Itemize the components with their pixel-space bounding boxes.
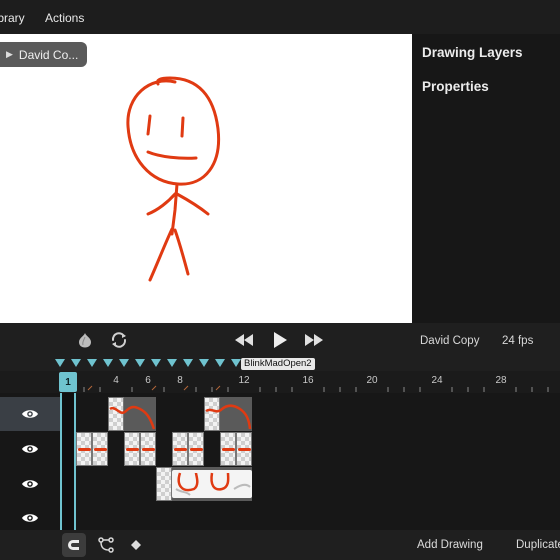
playback-bar: David Copy 24 fps: [0, 323, 560, 357]
marker-flag[interactable]: [103, 359, 113, 367]
loop-icon: [111, 332, 127, 348]
frame-block[interactable]: [108, 397, 156, 431]
frame-block[interactable]: [204, 397, 252, 431]
drawing-layers-title[interactable]: Drawing Layers: [422, 45, 523, 60]
hierarchy-button[interactable]: [96, 535, 116, 555]
eye-icon[interactable]: [21, 408, 39, 420]
eye-icon[interactable]: [21, 478, 39, 490]
marker-flag[interactable]: [119, 359, 129, 367]
menu-library[interactable]: Library: [0, 11, 25, 25]
rewind-icon: [235, 334, 253, 346]
frame-thumbnail: [109, 405, 156, 430]
track-header-1[interactable]: [0, 397, 60, 431]
eye-icon[interactable]: [21, 443, 39, 455]
frame-cell[interactable]: [236, 432, 252, 466]
playhead-column: [60, 393, 76, 530]
snap-button[interactable]: [62, 533, 86, 557]
tick-label: 4: [113, 375, 119, 386]
scene-name[interactable]: David Copy: [420, 335, 479, 347]
playhead[interactable]: 1: [59, 372, 77, 392]
marker-label[interactable]: BlinkMadOpen2: [241, 358, 315, 370]
menu-bar: Library Actions: [0, 0, 560, 34]
magnet-icon: [68, 540, 79, 550]
marker-flag[interactable]: [215, 359, 225, 367]
tick-label: 28: [495, 375, 507, 386]
tick-label: 16: [302, 375, 314, 386]
marker-flag[interactable]: [135, 359, 145, 367]
frame-cell[interactable]: [140, 432, 156, 466]
properties-title[interactable]: Properties: [422, 79, 489, 94]
stick-figure-drawing: [126, 76, 221, 282]
add-drawing-button[interactable]: Add Drawing: [417, 539, 483, 551]
frame-cell[interactable]: [76, 432, 92, 466]
current-frame-label: 1: [65, 376, 71, 388]
tick-label: 12: [238, 375, 250, 386]
keyframe-button[interactable]: [128, 537, 144, 553]
fast-forward-button[interactable]: [303, 329, 325, 351]
fast-forward-icon: [305, 334, 323, 346]
tick-label: 20: [366, 375, 378, 386]
right-panel: Drawing Layers Properties: [412, 34, 560, 323]
marker-flag[interactable]: [151, 359, 161, 367]
frame-thumbnail: [175, 472, 251, 496]
menu-actions[interactable]: Actions: [45, 11, 84, 25]
timeline-tracks: [0, 393, 560, 530]
onion-icon: [79, 333, 91, 348]
frame-cell[interactable]: [92, 432, 108, 466]
timeline-ruler[interactable]: 1 4 6 8 12 16 20 24 28: [0, 371, 560, 393]
marker-flag[interactable]: [183, 359, 193, 367]
frame-cell[interactable]: [172, 432, 188, 466]
tick-label: 8: [177, 375, 183, 386]
play-icon: [274, 332, 287, 348]
frame-cell[interactable]: [220, 432, 236, 466]
diamond-icon: [131, 540, 141, 550]
drawing-canvas[interactable]: [0, 34, 412, 323]
marker-flag[interactable]: [71, 359, 81, 367]
marker-flag[interactable]: [231, 359, 241, 367]
duplicate-button[interactable]: Duplicate: [516, 539, 560, 551]
fps-label[interactable]: 24 fps: [502, 335, 533, 347]
play-button[interactable]: [269, 329, 291, 351]
hierarchy-icon: [98, 537, 114, 553]
eye-icon[interactable]: [21, 512, 39, 524]
track-header-2[interactable]: [0, 432, 60, 466]
tick-label: 24: [431, 375, 443, 386]
track-header-3[interactable]: [0, 467, 60, 501]
frame-block[interactable]: [156, 467, 252, 501]
onion-skin-button[interactable]: [74, 329, 96, 351]
marker-flag[interactable]: [87, 359, 97, 367]
frame-thumbnail: [205, 404, 252, 430]
rewind-button[interactable]: [233, 329, 255, 351]
layer-chip-label: David Co...: [18, 47, 79, 62]
bottom-toolbar: Add Drawing Duplicate: [0, 530, 560, 560]
tick-label: 6: [145, 375, 151, 386]
frame-cell[interactable]: [124, 432, 140, 466]
layer-chip[interactable]: ▶ David Co...: [0, 42, 87, 67]
ruler-ticks: [83, 385, 549, 392]
marker-flag[interactable]: [167, 359, 177, 367]
play-triangle-icon: ▶: [6, 49, 13, 59]
frame-cell[interactable]: [188, 432, 204, 466]
marker-row: BlinkMadOpen2: [0, 357, 560, 371]
marker-flag[interactable]: [199, 359, 209, 367]
marker-flag[interactable]: [55, 359, 65, 367]
loop-button[interactable]: [108, 329, 130, 351]
